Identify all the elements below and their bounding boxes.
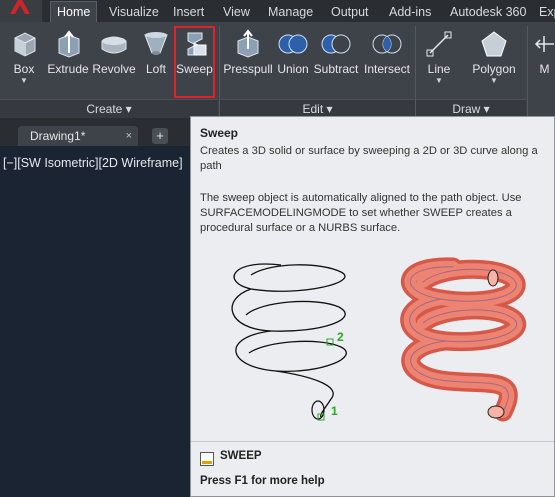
revolve-label: Revolve [92, 62, 136, 76]
intersect-icon [372, 34, 402, 54]
line-label: Line [427, 62, 451, 76]
extrude-label: Extrude [47, 62, 89, 76]
tab-express[interactable]: Exp [537, 2, 555, 22]
line-icon [426, 31, 452, 57]
ribbon-panel: Box ▼ Extrude Revolve Loft Sweep Create … [0, 22, 555, 118]
subtract-label: Subtract [313, 62, 359, 76]
drawing-tab[interactable]: Drawing1* × [18, 126, 138, 146]
modify-label: M [539, 62, 550, 76]
polygon-button[interactable]: Polygon ▼ [468, 28, 520, 86]
drawing-tab-label: Drawing1* [30, 129, 86, 143]
tooltip-details: The sweep object is automatically aligne… [200, 192, 522, 234]
tab-home[interactable]: Home [50, 1, 98, 23]
command-line-icon [200, 452, 214, 466]
marker-2: 2 [337, 330, 344, 344]
swept-tube-icon [400, 257, 527, 422]
revolve-button[interactable]: Revolve [92, 28, 136, 76]
tab-add-ins[interactable]: Add-ins [387, 2, 433, 22]
presspull-icon [237, 29, 259, 58]
extrude-icon [58, 30, 80, 58]
line-button[interactable]: Line ▼ [420, 28, 458, 86]
tab-output[interactable]: Output [329, 2, 371, 22]
command-name: SWEEP [220, 450, 262, 462]
union-icon [278, 34, 308, 54]
ribbon-tab-bar: Home Visualize Insert View Manage Output… [0, 0, 555, 23]
tooltip-title: Sweep [200, 126, 239, 140]
loft-label: Loft [145, 62, 166, 76]
tab-autodesk-360[interactable]: Autodesk 360 [448, 2, 528, 22]
viewport-controls-label[interactable]: [−][SW Isometric][2D Wireframe] [3, 156, 183, 170]
chevron-down-icon: ▼ [435, 76, 443, 85]
polygon-label: Polygon [472, 62, 516, 76]
sweep-illustration: 2 1 [231, 257, 527, 422]
move-icon [534, 36, 554, 52]
subtract-button[interactable]: Subtract [312, 28, 360, 76]
path-helix-icon [231, 263, 347, 421]
chevron-down-icon: ▼ [20, 76, 28, 85]
tooltip-footer: SWEEP Press F1 for more help [191, 441, 554, 497]
revolve-icon [101, 36, 127, 54]
union-button[interactable]: Union [274, 28, 312, 76]
panel-divider [527, 26, 528, 116]
intersect-button[interactable]: Intersect [362, 28, 412, 76]
box-icon [14, 32, 36, 57]
loft-button[interactable]: Loft [140, 28, 172, 76]
new-tab-button[interactable]: + [152, 128, 168, 144]
tab-visualize[interactable]: Visualize [107, 2, 161, 22]
subtract-icon [321, 34, 351, 54]
chevron-down-icon: ▼ [490, 76, 498, 85]
box-label: Box [13, 62, 35, 76]
box-button[interactable]: Box ▼ [4, 28, 44, 86]
marker-1: 1 [331, 404, 338, 418]
tab-insert[interactable]: Insert [171, 2, 206, 22]
help-hint: Press F1 for more help [200, 475, 325, 487]
close-icon[interactable]: × [126, 126, 132, 146]
presspull-label: Presspull [223, 62, 273, 76]
loft-icon [144, 32, 168, 55]
intersect-label: Intersect [363, 62, 411, 76]
tooltip-description: Creates a 3D solid or surface by sweepin… [200, 145, 538, 172]
application-menu-button[interactable] [0, 0, 42, 22]
tab-manage[interactable]: Manage [266, 2, 315, 22]
union-label: Union [277, 62, 309, 76]
autocad-logo-icon [10, 0, 30, 14]
tab-view[interactable]: View [221, 2, 252, 22]
presspull-button[interactable]: Presspull [222, 28, 274, 76]
modify-button[interactable]: M [534, 28, 555, 76]
sweep-tooltip: Sweep Creates a 3D solid or surface by s… [190, 116, 555, 497]
sweep-highlight-box [174, 26, 215, 98]
create-panel-title[interactable]: Create ▾ [0, 99, 218, 118]
extrude-button[interactable]: Extrude [46, 28, 90, 76]
polygon-icon [481, 31, 507, 57]
